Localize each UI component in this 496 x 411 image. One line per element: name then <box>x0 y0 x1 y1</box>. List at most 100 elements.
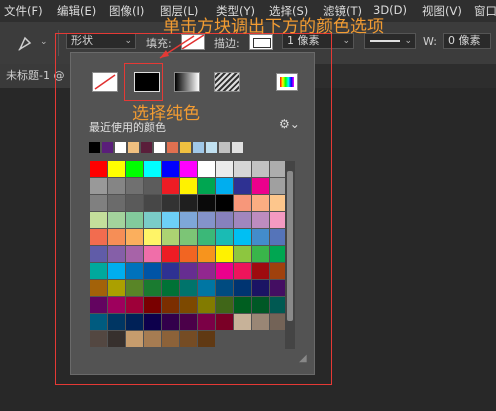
color-swatch[interactable] <box>108 263 125 279</box>
recent-color-swatch[interactable] <box>167 142 178 153</box>
menu-item[interactable]: 视图(V) <box>422 3 462 19</box>
color-swatch[interactable] <box>144 212 161 228</box>
color-swatch[interactable] <box>216 314 233 330</box>
color-swatch[interactable] <box>144 263 161 279</box>
color-swatch[interactable] <box>234 161 251 177</box>
recent-color-swatch[interactable] <box>206 142 217 153</box>
color-swatch[interactable] <box>234 246 251 262</box>
color-swatch[interactable] <box>234 212 251 228</box>
color-swatch[interactable] <box>162 331 179 347</box>
color-swatch[interactable] <box>90 331 107 347</box>
color-swatch[interactable] <box>162 263 179 279</box>
pen-tool-icon[interactable] <box>16 33 38 53</box>
menu-item[interactable]: 窗口 <box>474 3 496 19</box>
color-swatch[interactable] <box>198 178 215 194</box>
color-swatch[interactable] <box>144 314 161 330</box>
color-swatch[interactable] <box>108 246 125 262</box>
color-swatch[interactable] <box>90 297 107 313</box>
color-swatch[interactable] <box>234 297 251 313</box>
recent-color-swatch[interactable] <box>232 142 243 153</box>
color-swatch[interactable] <box>216 195 233 211</box>
color-swatch[interactable] <box>234 280 251 296</box>
color-swatch[interactable] <box>252 178 269 194</box>
color-swatch[interactable] <box>180 195 197 211</box>
color-swatch[interactable] <box>90 195 107 211</box>
color-swatch[interactable] <box>216 229 233 245</box>
color-swatch[interactable] <box>234 195 251 211</box>
color-swatch[interactable] <box>108 297 125 313</box>
color-swatch[interactable] <box>252 297 269 313</box>
color-swatch[interactable] <box>198 280 215 296</box>
recent-color-swatch[interactable] <box>193 142 204 153</box>
color-swatch[interactable] <box>126 314 143 330</box>
color-swatch[interactable] <box>198 331 215 347</box>
color-swatch[interactable] <box>198 195 215 211</box>
color-swatch[interactable] <box>126 280 143 296</box>
pattern-button[interactable] <box>214 72 240 92</box>
color-swatch[interactable] <box>252 314 269 330</box>
color-swatch[interactable] <box>180 246 197 262</box>
color-swatch[interactable] <box>108 314 125 330</box>
color-swatch[interactable] <box>108 331 125 347</box>
color-swatch[interactable] <box>252 280 269 296</box>
color-swatch[interactable] <box>126 246 143 262</box>
color-swatch[interactable] <box>198 314 215 330</box>
color-swatch[interactable] <box>90 263 107 279</box>
color-swatch[interactable] <box>234 314 251 330</box>
recent-color-swatch[interactable] <box>219 142 230 153</box>
color-swatch[interactable] <box>198 263 215 279</box>
no-color-button[interactable] <box>92 72 118 92</box>
color-swatch[interactable] <box>198 161 215 177</box>
color-swatch[interactable] <box>234 263 251 279</box>
color-swatch[interactable] <box>144 331 161 347</box>
color-swatch[interactable] <box>216 263 233 279</box>
color-swatch[interactable] <box>180 263 197 279</box>
color-swatch[interactable] <box>162 280 179 296</box>
recent-color-swatch[interactable] <box>180 142 191 153</box>
color-picker-button[interactable] <box>276 73 298 91</box>
color-swatch[interactable] <box>234 229 251 245</box>
color-swatch[interactable] <box>216 280 233 296</box>
color-swatch[interactable] <box>144 161 161 177</box>
color-swatch[interactable] <box>234 178 251 194</box>
recent-color-swatch[interactable] <box>102 142 113 153</box>
menu-item[interactable]: 图像(I) <box>109 3 144 19</box>
color-swatch[interactable] <box>162 314 179 330</box>
color-swatch[interactable] <box>126 331 143 347</box>
color-swatch[interactable] <box>252 246 269 262</box>
resize-grip-icon[interactable]: ◢ <box>299 353 307 364</box>
color-swatch[interactable] <box>90 314 107 330</box>
color-swatch[interactable] <box>108 161 125 177</box>
recent-color-swatch[interactable] <box>141 142 152 153</box>
color-swatch[interactable] <box>90 178 107 194</box>
color-swatch[interactable] <box>126 263 143 279</box>
color-swatch[interactable] <box>252 161 269 177</box>
color-swatch[interactable] <box>180 178 197 194</box>
color-swatch[interactable] <box>162 161 179 177</box>
recent-color-swatch[interactable] <box>154 142 165 153</box>
color-swatch[interactable] <box>126 297 143 313</box>
color-swatch[interactable] <box>216 161 233 177</box>
color-swatch[interactable] <box>198 297 215 313</box>
recent-color-swatch[interactable] <box>128 142 139 153</box>
color-swatch[interactable] <box>162 297 179 313</box>
color-swatch[interactable] <box>108 195 125 211</box>
color-swatch[interactable] <box>90 161 107 177</box>
swatch-scrollbar[interactable] <box>285 161 295 349</box>
color-swatch[interactable] <box>198 212 215 228</box>
gradient-button[interactable] <box>174 72 200 92</box>
color-swatch[interactable] <box>126 161 143 177</box>
color-swatch[interactable] <box>126 229 143 245</box>
color-swatch[interactable] <box>198 246 215 262</box>
color-swatch[interactable] <box>180 212 197 228</box>
color-swatch[interactable] <box>126 195 143 211</box>
color-swatch[interactable] <box>126 178 143 194</box>
color-swatch[interactable] <box>162 212 179 228</box>
color-swatch[interactable] <box>144 195 161 211</box>
color-swatch[interactable] <box>162 195 179 211</box>
color-swatch[interactable] <box>252 212 269 228</box>
color-swatch[interactable] <box>126 212 143 228</box>
color-swatch[interactable] <box>108 178 125 194</box>
color-swatch[interactable] <box>216 212 233 228</box>
color-swatch[interactable] <box>108 229 125 245</box>
